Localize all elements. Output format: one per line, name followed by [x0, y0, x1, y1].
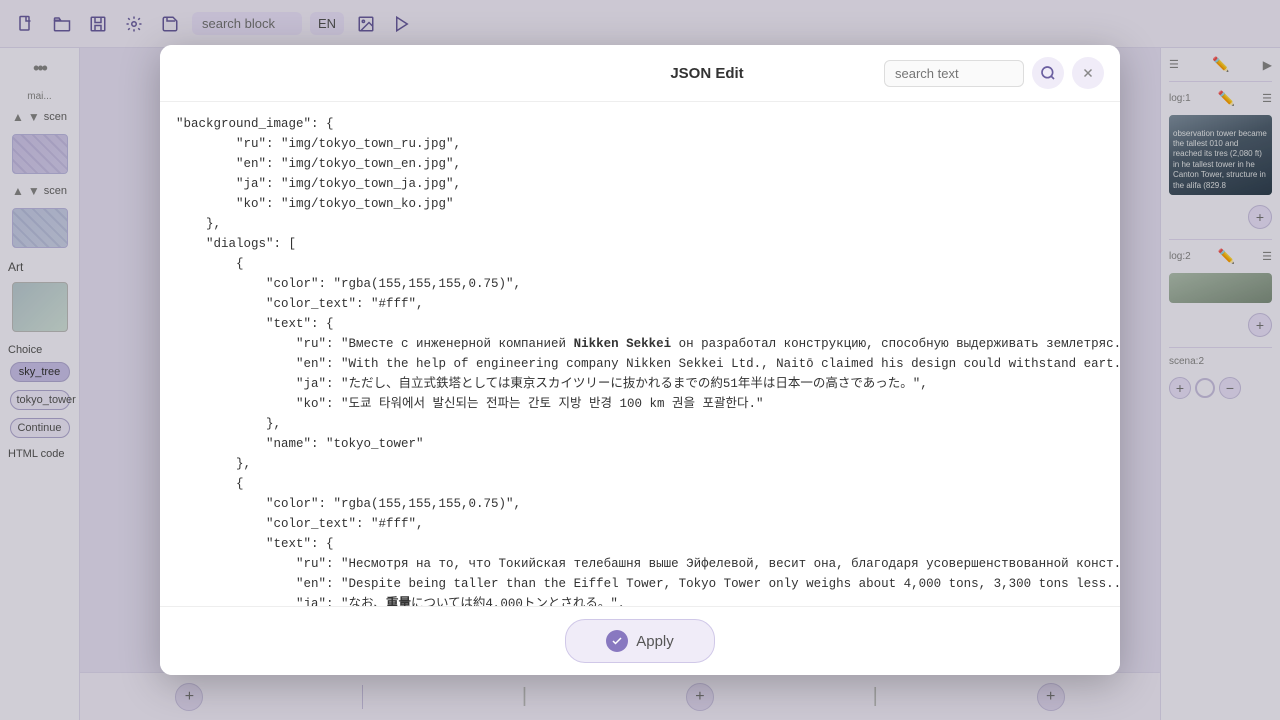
- apply-button[interactable]: Apply: [565, 619, 715, 663]
- modal-header: JSON Edit: [160, 45, 1120, 102]
- modal-search-input[interactable]: [884, 60, 1024, 87]
- modal-close-button[interactable]: [1072, 57, 1104, 89]
- modal-body[interactable]: "background_image": { "ru": "img/tokyo_t…: [160, 102, 1120, 606]
- json-content: "background_image": { "ru": "img/tokyo_t…: [160, 114, 1120, 606]
- json-edit-modal: JSON Edit "background_image": {: [160, 45, 1120, 675]
- modal-search-button[interactable]: [1032, 57, 1064, 89]
- modal-footer: Apply: [160, 606, 1120, 675]
- modal-overlay: JSON Edit "background_image": {: [0, 0, 1280, 720]
- modal-search-area: [884, 57, 1104, 89]
- check-icon: [606, 630, 628, 652]
- apply-label: Apply: [636, 633, 674, 650]
- modal-title: JSON Edit: [530, 65, 884, 82]
